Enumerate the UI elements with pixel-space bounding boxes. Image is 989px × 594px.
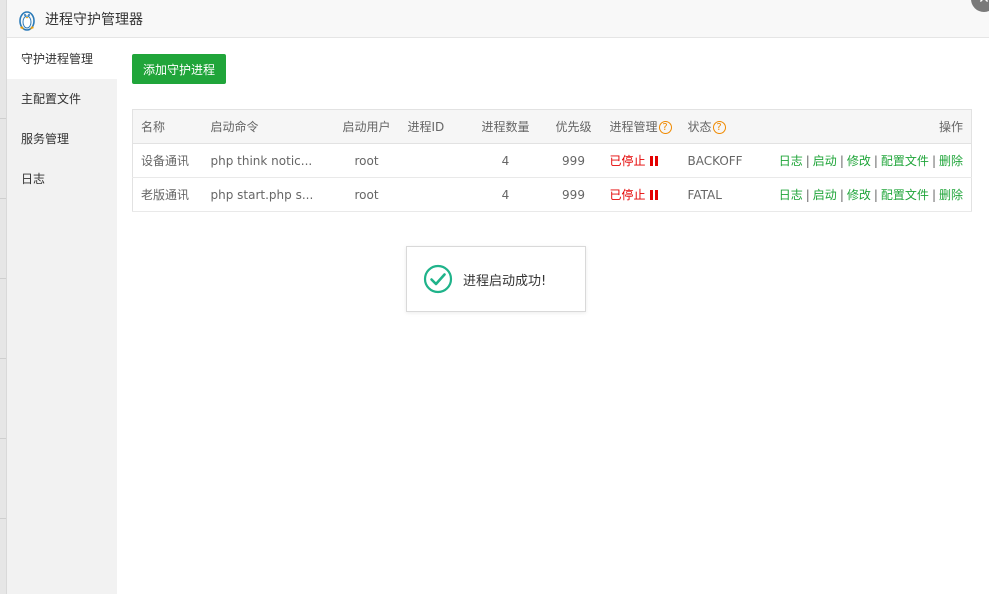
start-link[interactable]: 启动: [813, 154, 837, 168]
success-toast: 进程启动成功!: [406, 246, 586, 312]
toast-message: 进程启动成功!: [463, 273, 547, 289]
cell-pid: [399, 143, 466, 178]
header-count: 进程数量: [465, 109, 546, 144]
edit-link[interactable]: 修改: [847, 188, 871, 202]
cell-status: FATAL: [679, 177, 760, 212]
command-text: php think notic...: [210, 153, 313, 168]
cell-name: 设备通讯: [132, 143, 203, 178]
delete-link[interactable]: 删除: [939, 188, 963, 202]
cell-manage[interactable]: 已停止: [601, 143, 680, 178]
pause-icon[interactable]: [649, 190, 658, 200]
success-check-icon: [423, 264, 453, 294]
process-table: 名称 启动命令 启动用户 进程ID 进程数量 优先级 进程管理? 状态? 操作 …: [132, 109, 972, 212]
delete-link[interactable]: 删除: [939, 154, 963, 168]
log-link[interactable]: 日志: [779, 188, 803, 202]
dialog-title: 进程守护管理器: [45, 11, 143, 28]
manage-state[interactable]: 已停止: [610, 188, 646, 202]
cell-user: root: [333, 143, 400, 178]
table-row: 设备通讯 php think notic... root 4 999 已停止 B…: [132, 143, 972, 178]
sidebar-nav: 守护进程管理 主配置文件 服务管理 日志: [7, 39, 117, 594]
cell-count: 4: [465, 177, 546, 212]
close-icon: ✕: [978, 0, 989, 7]
cell-name: 老版通讯: [132, 177, 203, 212]
add-process-button[interactable]: 添加守护进程: [132, 54, 227, 84]
header-pid: 进程ID: [399, 109, 466, 144]
header-manage: 进程管理?: [601, 109, 680, 144]
sidebar-item-service-management[interactable]: 服务管理: [7, 119, 117, 159]
header-command: 启动命令: [202, 109, 334, 144]
separator: |: [873, 154, 878, 168]
separator: |: [805, 188, 810, 202]
sidebar-item-logs[interactable]: 日志: [7, 159, 117, 199]
start-link[interactable]: 启动: [813, 188, 837, 202]
edit-link[interactable]: 修改: [847, 154, 871, 168]
cell-count: 4: [465, 143, 546, 178]
pause-icon[interactable]: [649, 156, 658, 166]
separator: |: [839, 188, 844, 202]
cell-priority: 999: [545, 177, 602, 212]
header-priority: 优先级: [545, 109, 602, 144]
dialog-titlebar: 进程守护管理器: [7, 0, 989, 38]
cell-user: root: [333, 177, 400, 212]
manage-state[interactable]: 已停止: [610, 154, 646, 168]
main-content: 添加守护进程 名称 启动命令 启动用户 进程ID 进程数量 优先级 进程管理? …: [132, 54, 972, 212]
config-file-link[interactable]: 配置文件: [881, 188, 929, 202]
cell-pid: [399, 177, 466, 212]
cell-ops: 日志 | 启动 | 修改 | 配置文件 | 删除: [759, 177, 972, 212]
cell-priority: 999: [545, 143, 602, 178]
separator: |: [839, 154, 844, 168]
cell-manage[interactable]: 已停止: [601, 177, 680, 212]
penguin-logo-icon: [19, 10, 35, 31]
command-text: php start.php s...: [210, 187, 314, 202]
header-manage-label: 进程管理: [609, 120, 658, 134]
cell-ops: 日志 | 启动 | 修改 | 配置文件 | 删除: [759, 143, 972, 178]
config-file-link[interactable]: 配置文件: [881, 154, 929, 168]
separator: |: [805, 154, 810, 168]
header-status: 状态?: [679, 109, 760, 144]
sidebar-item-main-config[interactable]: 主配置文件: [7, 79, 117, 119]
table-header-row: 名称 启动命令 启动用户 进程ID 进程数量 优先级 进程管理? 状态? 操作: [132, 109, 972, 144]
cell-status: BACKOFF: [679, 143, 760, 178]
separator: |: [931, 188, 936, 202]
cell-command: php think notic...: [202, 143, 334, 178]
separator: |: [931, 154, 936, 168]
header-status-label: 状态: [687, 120, 712, 134]
header-name: 名称: [132, 109, 203, 144]
table-row: 老版通讯 php start.php s... root 4 999 已停止 F…: [132, 177, 972, 212]
help-icon[interactable]: ?: [712, 121, 726, 134]
header-ops: 操作: [759, 109, 972, 144]
cell-command: php start.php s...: [202, 177, 334, 212]
separator: |: [873, 188, 878, 202]
header-user: 启动用户: [333, 109, 400, 144]
sidebar-item-process-management[interactable]: 守护进程管理: [7, 39, 117, 79]
help-icon[interactable]: ?: [658, 121, 672, 134]
log-link[interactable]: 日志: [779, 154, 803, 168]
